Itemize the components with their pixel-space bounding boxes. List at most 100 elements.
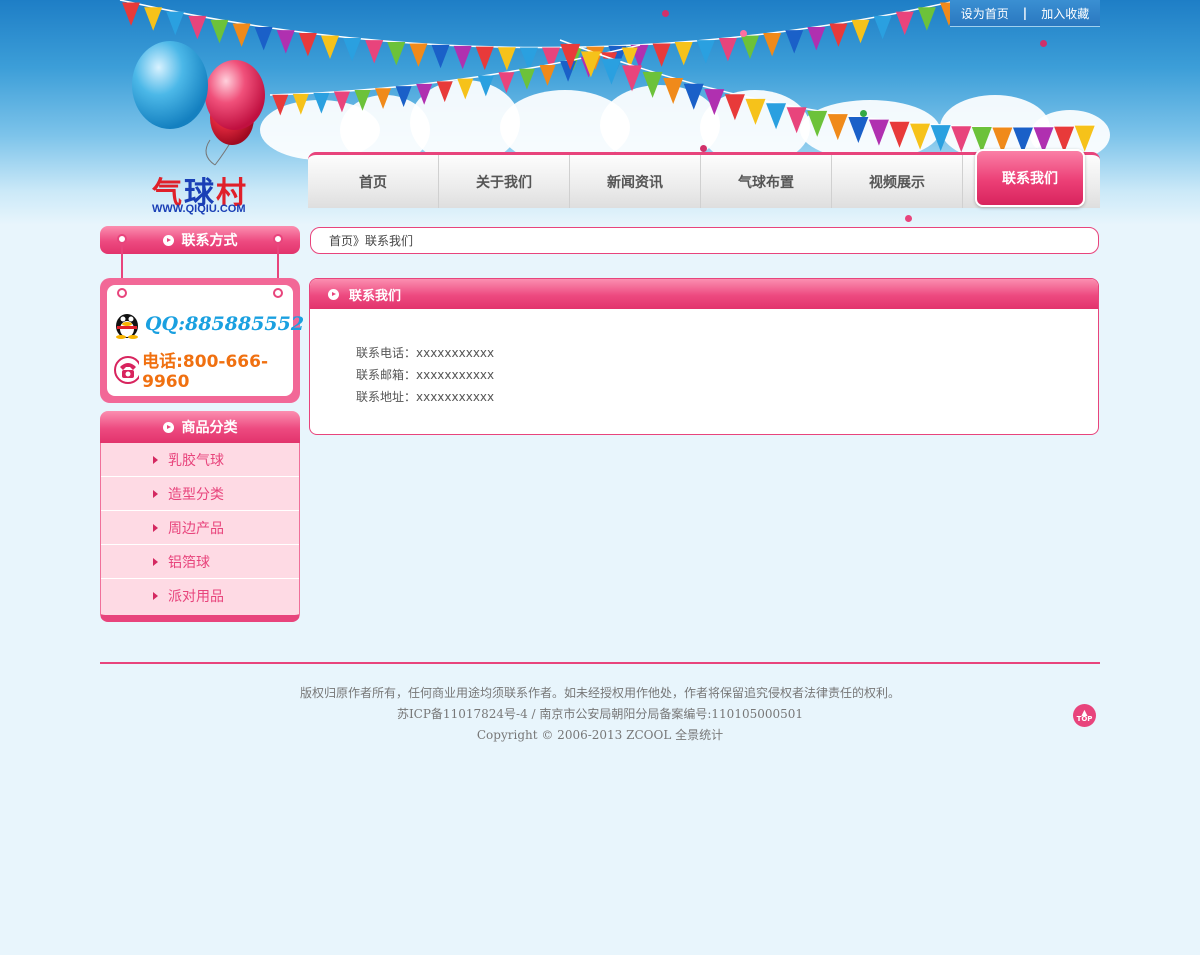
category-item-party-supplies[interactable]: 派对用品 [101,579,299,613]
flag-triangle [718,37,737,62]
flag-triangle [785,30,804,54]
contact-phone-line: 联系电话：xxxxxxxxxxx [356,346,495,360]
flag-triangle [409,43,428,67]
confetti-dot [662,10,669,17]
flag-triangle [387,41,406,66]
triangle-bullet-icon [153,557,158,566]
footer: 版权归原作者所有，任何商业用途均须联系作者。如未经授权用作他处，作者将保留追究侵… [100,683,1100,746]
category-list: 乳胶气球 造型分类 周边产品 铝箔球 派对用品 [100,443,300,622]
back-to-top-button[interactable]: ▲ TOP [1073,704,1096,727]
back-to-top-label: TOP [1076,714,1093,723]
breadcrumb-current: 联系我们 [365,234,414,248]
category-label: 乳胶气球 [168,452,224,469]
flag-triangle [343,37,362,62]
flag-triangle [683,83,704,110]
add-favorite-link[interactable]: 加入收藏 [1041,5,1089,22]
nav-item-news[interactable]: 新闻资讯 [570,155,701,208]
phone-number[interactable]: 电话:800-666-9960 [142,347,293,392]
flag-triangle [457,78,474,100]
triangle-bullet-icon [153,523,158,532]
qq-number[interactable]: QQ:885885552 [145,313,304,335]
flag-triangle [910,123,931,150]
flag-triangle [674,41,693,66]
category-item-shape[interactable]: 造型分类 [101,477,299,511]
triangle-bullet-icon [153,455,158,464]
set-homepage-link[interactable]: 设为首页 [961,5,1009,22]
breadcrumb-separator: 》 [353,234,366,248]
bullet-arrow-icon [162,421,174,433]
flag-triangle [873,15,892,40]
flag-triangle [807,110,828,137]
nav-item-balloon-setup[interactable]: 气球布置 [701,155,832,208]
footer-icp: 苏ICP备11017824号-4 / 南京市公安局朝阳分局备案编号:110105… [396,707,804,721]
contact-section-title: 联系方式 [181,233,238,249]
footer-divider [100,662,1100,664]
flag-triangle [868,119,889,146]
flag-triangle [663,77,684,104]
category-label: 铝箔球 [168,554,210,571]
phone-line: 电话:800-666-9960 [113,347,293,392]
flag-triangle [333,91,350,113]
flag-triangle [696,40,715,64]
nav-item-about[interactable]: 关于我们 [439,155,570,208]
flag-triangle [827,114,848,141]
flag-triangle [144,7,163,31]
confetti-dot [860,110,867,117]
flag-triangle [917,7,936,31]
site-logo[interactable]: 气球村 WWW.QIQIU.COM [130,40,290,220]
category-item-latex-balloon[interactable]: 乳胶气球 [101,443,299,477]
logo-url: WWW.QIQIU.COM [152,203,246,215]
flag-triangle [745,98,766,125]
flag-triangle [453,45,472,70]
nav-item-contact[interactable]: 联系我们 [975,149,1085,207]
confetti-dot [700,145,707,152]
nav-item-video[interactable]: 视频展示 [832,155,963,208]
flag-triangle [766,103,787,130]
nav-item-home[interactable]: 首页 [308,155,439,208]
flag-triangle [518,68,535,90]
link-separator: | [1022,6,1028,20]
flag-triangle [122,2,141,26]
qq-line: QQ:885885552 [113,309,304,339]
confetti-dot [740,30,747,37]
category-section-title: 商品分类 [181,420,238,436]
contact-address-line: 联系地址：xxxxxxxxxxx [356,390,495,404]
flag-triangle [763,32,782,57]
flag-triangle [786,107,807,134]
flag-triangle [436,81,453,103]
triangle-bullet-icon [153,489,158,498]
top-links: 设为首页 | 加入收藏 [950,0,1100,27]
hook-icon [273,288,283,298]
qq-penguin-icon [116,314,138,339]
contact-card-inner: QQ:885885552 电话:800-666-9960 [107,285,304,396]
panel-header: 联系我们 [310,279,1098,309]
footer-copyright: Copyright © 2006-2013 ZCOOL 全景统计 [476,728,724,742]
telephone-icon [114,355,140,384]
flag-triangle [601,58,622,85]
panel-title: 联系我们 [349,288,402,304]
flag-triangle [475,46,494,71]
breadcrumb-home-link[interactable]: 首页 [329,232,353,249]
flag-triangle [313,92,330,114]
hook-icon [117,288,127,298]
flag-triangle [298,32,317,57]
hook-icon [117,234,127,244]
contact-panel: 联系我们 联系电话：xxxxxxxxxxx 联系邮箱：xxxxxxxxxxx 联… [309,278,1099,435]
flag-triangle [560,60,577,82]
flag-triangle [807,26,826,51]
flag-triangle [652,43,671,67]
flag-triangle [704,89,725,116]
category-item-foil-balloon[interactable]: 铝箔球 [101,545,299,579]
bullet-arrow-icon [328,288,339,300]
flag-triangle [497,47,516,71]
hook-icon [273,234,283,244]
triangle-bullet-icon [153,592,158,600]
category-label: 造型分类 [168,486,224,503]
flag-triangle [188,15,207,40]
flag-triangle [848,117,869,144]
flag-triangle [930,125,951,152]
flag-triangle [321,35,339,60]
category-label: 周边产品 [168,520,224,537]
flag-triangle [741,35,759,60]
category-item-peripherals[interactable]: 周边产品 [101,511,299,545]
